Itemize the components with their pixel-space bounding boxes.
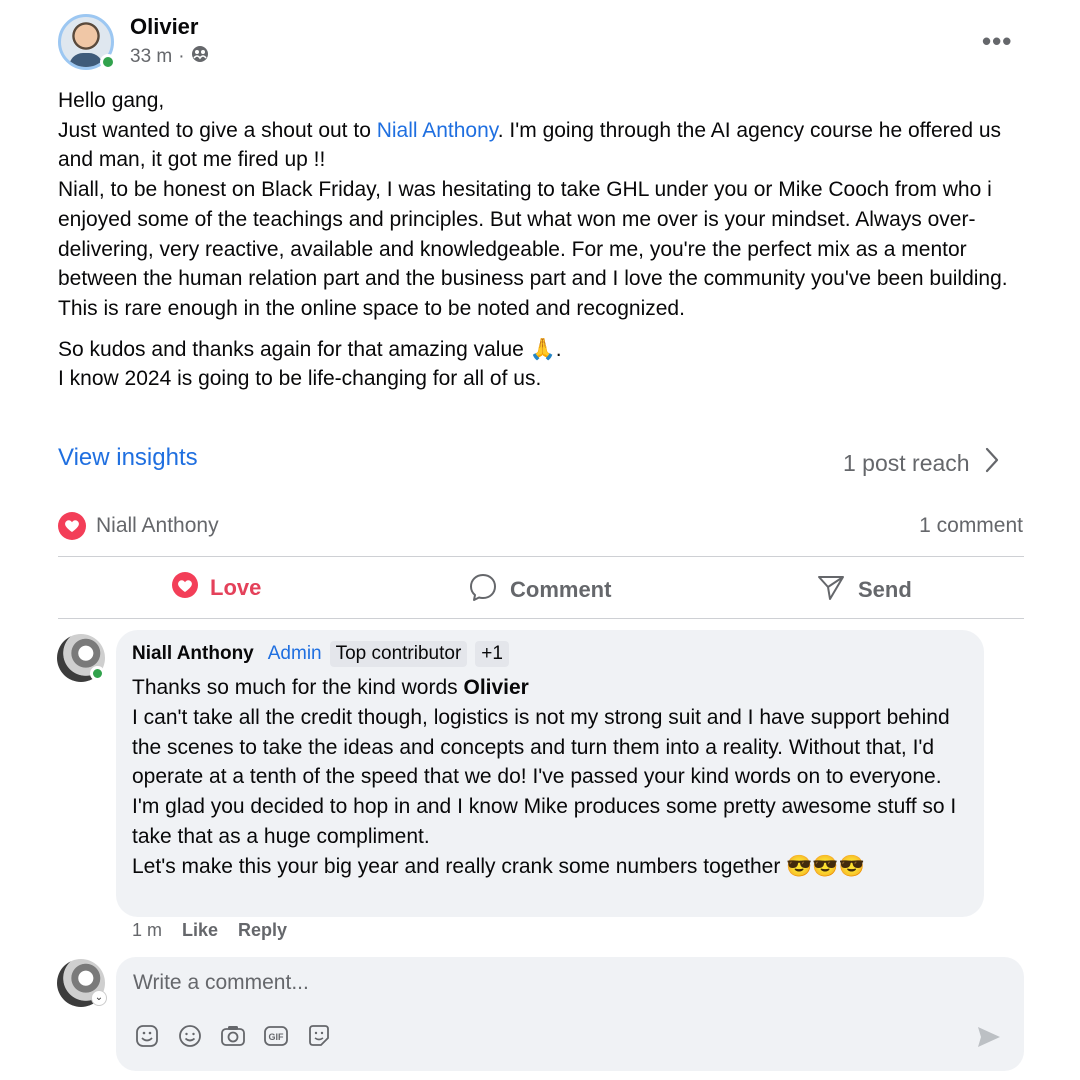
love-button[interactable]: Love bbox=[172, 572, 261, 604]
online-status-dot bbox=[90, 666, 105, 681]
like-comment-button[interactable]: Like bbox=[182, 920, 218, 941]
post-paragraph: Hello gang, bbox=[58, 89, 165, 112]
comment-label: Comment bbox=[510, 577, 612, 602]
heart-reaction-icon bbox=[58, 512, 86, 540]
divider bbox=[58, 556, 1024, 557]
post-paragraph: Just wanted to give a shout out to Niall… bbox=[58, 118, 1002, 172]
divider bbox=[58, 618, 1024, 619]
post-time[interactable]: 33 m bbox=[130, 46, 172, 68]
comment-composer[interactable]: Write a comment... GIF bbox=[116, 957, 1024, 1071]
comments-count[interactable]: 1 comment bbox=[919, 514, 1023, 538]
post-paragraph: Niall, to be honest on Black Friday, I w… bbox=[58, 178, 1008, 291]
camera-icon[interactable] bbox=[220, 1023, 246, 1049]
comment-line: Let's make this your big year and really… bbox=[132, 854, 865, 878]
send-label: Send bbox=[858, 577, 912, 602]
reactor-name: Niall Anthony bbox=[96, 514, 219, 537]
comment-text: Thanks so much for the kind words Olivie… bbox=[132, 673, 972, 882]
comment-bubble: Niall Anthony Admin Top contributor +1 T… bbox=[116, 630, 984, 917]
comment-header: Niall Anthony Admin Top contributor +1 bbox=[132, 639, 968, 669]
chevron-down-icon[interactable]: ⌄ bbox=[91, 990, 107, 1006]
friends-audience-icon bbox=[191, 45, 209, 69]
online-status-dot bbox=[100, 54, 116, 70]
heart-reaction-icon bbox=[172, 572, 198, 604]
post-author-name[interactable]: Olivier bbox=[130, 14, 198, 40]
mention-bold: Olivier bbox=[463, 676, 529, 699]
top-contributor-badge[interactable]: Top contributor bbox=[329, 641, 468, 667]
meta-separator: · bbox=[178, 46, 185, 67]
post-meta: 33 m · bbox=[130, 45, 209, 69]
svg-text:GIF: GIF bbox=[269, 1032, 285, 1042]
mention-link[interactable]: Niall Anthony bbox=[377, 119, 498, 142]
sticker-icon[interactable] bbox=[134, 1023, 160, 1049]
comment-icon bbox=[468, 572, 498, 608]
comment-button[interactable]: Comment bbox=[468, 572, 611, 608]
post-paragraph: I know 2024 is going to be life-changing… bbox=[58, 367, 542, 391]
comment-actions: 1 m Like Reply bbox=[132, 920, 287, 941]
gif-icon[interactable]: GIF bbox=[263, 1023, 289, 1049]
reply-comment-button[interactable]: Reply bbox=[238, 920, 287, 941]
post-body: Hello gang, Just wanted to give a shout … bbox=[58, 86, 1028, 394]
avatar-sticker-icon[interactable] bbox=[306, 1023, 332, 1049]
comment-input-placeholder[interactable]: Write a comment... bbox=[133, 971, 309, 995]
post-paragraph: This is rare enough in the online space … bbox=[58, 296, 685, 320]
admin-badge: Admin bbox=[267, 643, 322, 664]
send-icon bbox=[816, 572, 846, 608]
post-reach-text: 1 post reach bbox=[843, 449, 970, 476]
view-insights-link[interactable]: View insights bbox=[58, 444, 198, 472]
comment-time[interactable]: 1 m bbox=[132, 920, 162, 941]
reactions-summary[interactable]: Niall Anthony bbox=[58, 512, 219, 540]
more-options-icon[interactable]: ••• bbox=[982, 26, 1012, 57]
send-button[interactable]: Send bbox=[816, 572, 912, 608]
submit-arrow-icon[interactable] bbox=[976, 1025, 1002, 1054]
love-label: Love bbox=[210, 575, 262, 600]
emoji-icon[interactable] bbox=[177, 1023, 203, 1049]
composer-tools: GIF bbox=[134, 1023, 332, 1049]
chevron-right-icon bbox=[984, 446, 1000, 480]
commenter-name[interactable]: Niall Anthony bbox=[132, 643, 254, 665]
more-badges-chip[interactable]: +1 bbox=[475, 641, 509, 667]
post-reach-link[interactable]: 1 post reach bbox=[843, 446, 1000, 480]
post-paragraph: So kudos and thanks again for that amazi… bbox=[58, 337, 562, 361]
comment-line: I can't take all the credit though, logi… bbox=[132, 705, 950, 789]
comment-line: I'm glad you decided to hop in and I kno… bbox=[132, 795, 957, 848]
comment-line: Thanks so much for the kind words Olivie… bbox=[132, 676, 529, 699]
